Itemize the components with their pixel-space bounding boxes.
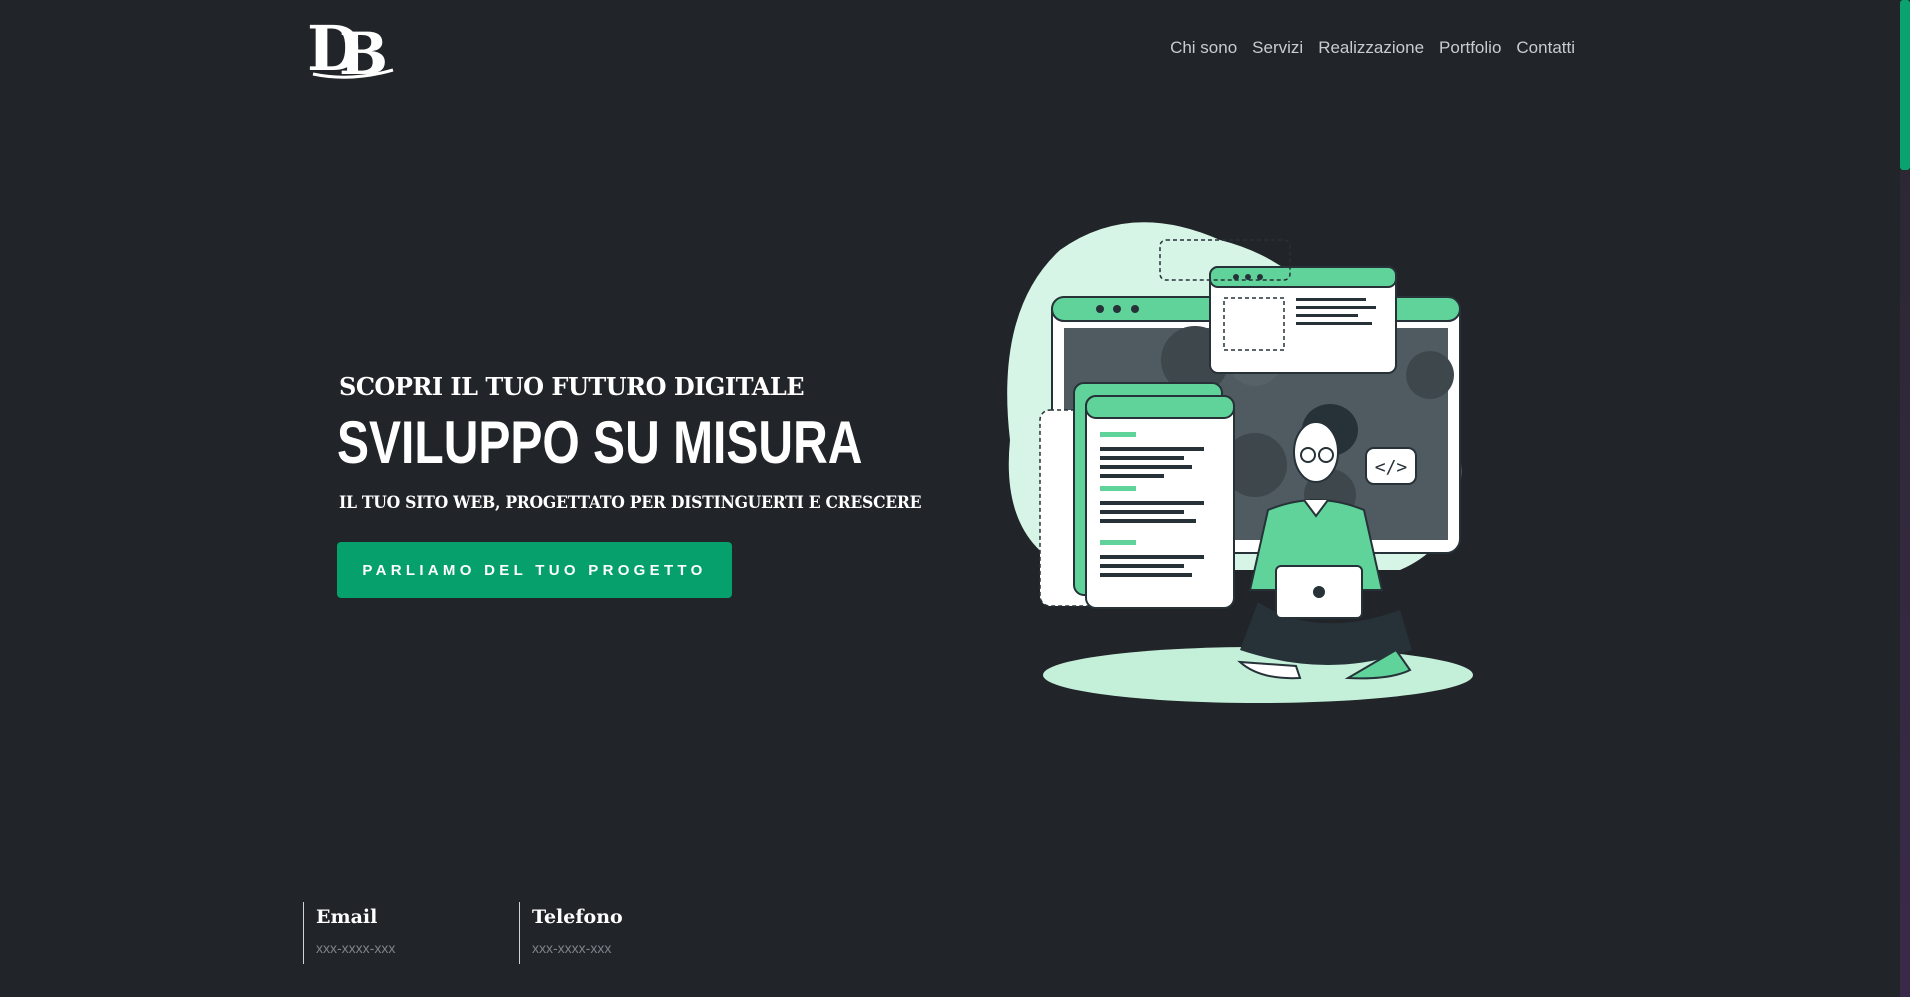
contact-email: Email xxx-xxxx-xxx [303, 902, 395, 964]
hero-title: SVILUPPO SU MISURA [337, 409, 863, 476]
svg-text:B: B [339, 20, 388, 80]
page-scrollbar[interactable] [1900, 0, 1910, 997]
nav-chi-sono[interactable]: Chi sono [1170, 38, 1237, 58]
contact-phone-label: Telefono [532, 906, 623, 928]
hero-pretitle: SCOPRI IL TUO FUTURO DIGITALE [339, 372, 804, 401]
contact-email-value[interactable]: xxx-xxxx-xxx [316, 940, 395, 956]
nav-servizi[interactable]: Servizi [1252, 38, 1303, 58]
contact-phone-value[interactable]: xxx-xxxx-xxx [532, 940, 623, 956]
scrollbar-track[interactable] [1900, 170, 1910, 997]
contact-phone: Telefono xxx-xxxx-xxx [519, 902, 623, 964]
developer-illustration: </> [1007, 222, 1473, 703]
main-nav: Chi sono Servizi Realizzazione Portfolio… [1170, 38, 1575, 58]
hero-subtitle: IL TUO SITO WEB, PROGETTATO PER DISTINGU… [339, 493, 922, 513]
contact-email-label: Email [316, 906, 378, 928]
scrollbar-thumb[interactable] [1900, 0, 1910, 170]
nav-realizzazione[interactable]: Realizzazione [1318, 38, 1424, 58]
nav-portfolio[interactable]: Portfolio [1439, 38, 1501, 58]
logo[interactable]: D B [301, 12, 399, 80]
cta-button[interactable]: PARLIAMO DEL TUO PROGETTO [337, 542, 732, 598]
svg-text:</>: </> [1375, 457, 1408, 478]
nav-contatti[interactable]: Contatti [1516, 38, 1575, 58]
